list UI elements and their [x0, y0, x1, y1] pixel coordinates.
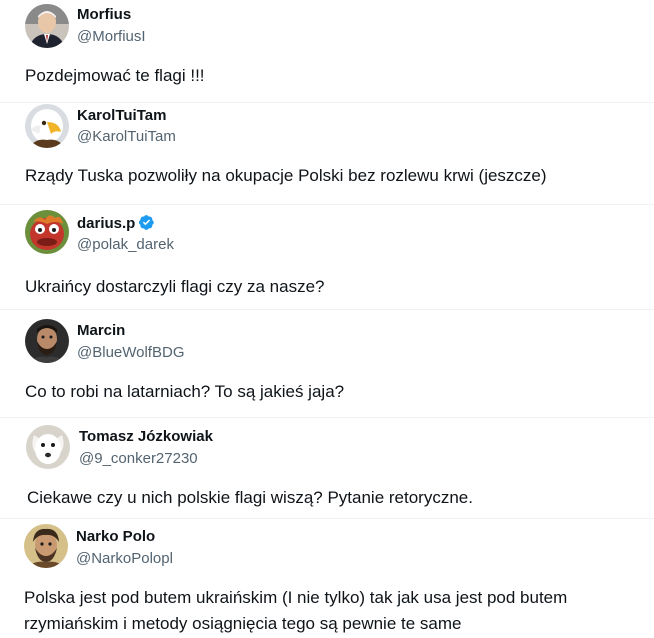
white-dog-icon [26, 425, 70, 469]
display-name[interactable]: darius.p [77, 214, 155, 233]
portrait-man-suit-icon [25, 4, 69, 48]
user-handle[interactable]: @BlueWolfBDG [77, 344, 184, 362]
display-name[interactable]: Tomasz Józkowiak [79, 428, 213, 446]
user-handle[interactable]: @KarolTuiTam [77, 128, 176, 146]
tweet-text-line-1: Polska jest pod butem ukraińskim (I nie … [24, 588, 568, 607]
avatar[interactable] [24, 524, 68, 568]
verified-badge-icon [139, 215, 155, 230]
avatar[interactable] [25, 104, 69, 148]
tweet-text: Rządy Tuska pozwoliły na okupacje Polski… [25, 166, 547, 185]
display-name[interactable]: Narko Polo [76, 528, 155, 546]
bald-eagle-icon [25, 104, 69, 148]
tweet-1[interactable]: Morfius @MorfiusI Pozdejmować te flagi !… [0, 0, 654, 100]
avatar[interactable] [25, 4, 69, 48]
user-handle[interactable]: @9_conker27230 [79, 450, 198, 468]
display-name[interactable]: Morfius [77, 6, 131, 24]
illustrated-man-icon [24, 524, 68, 568]
tweet-text: Ciekawe czy u nich polskie flagi wiszą? … [27, 488, 473, 507]
tweet-4[interactable]: Marcin @BlueWolfBDG Co to robi na latarn… [0, 309, 654, 415]
tweet-text-line-2: rzymiańskim i metody osiągnięcia tego są… [24, 614, 462, 633]
avatar[interactable] [25, 319, 69, 363]
tweet-text: Co to robi na latarniach? To są jakieś j… [25, 382, 345, 401]
user-handle[interactable]: @polak_darek [77, 236, 174, 254]
user-handle[interactable]: @NarkoPolopl [76, 550, 173, 568]
avatar[interactable] [25, 210, 69, 254]
display-name[interactable]: KarolTuiTam [77, 107, 166, 125]
tweet-text: Ukraińcy dostarczyli flagi czy za nasze? [25, 277, 325, 296]
tweet-2[interactable]: KarolTuiTam @KarolTuiTam Rządy Tuska poz… [0, 102, 654, 204]
avatar[interactable] [26, 425, 70, 469]
display-name[interactable]: Marcin [77, 322, 125, 340]
display-name-text[interactable]: darius.p [77, 215, 135, 232]
tweet-3[interactable]: darius.p @polak_darek Ukraińcy dostarczy… [0, 204, 654, 308]
bearded-man-icon [25, 319, 69, 363]
tweet-6[interactable]: Narko Polo @NarkoPolopl Polska jest pod … [0, 518, 654, 638]
user-handle[interactable]: @MorfiusI [77, 28, 146, 46]
tweet-text: Pozdejmować te flagi !!! [25, 66, 205, 85]
red-muppet-icon [25, 210, 69, 254]
tweet-5[interactable]: Tomasz Józkowiak @9_conker27230 Ciekawe … [0, 417, 654, 517]
